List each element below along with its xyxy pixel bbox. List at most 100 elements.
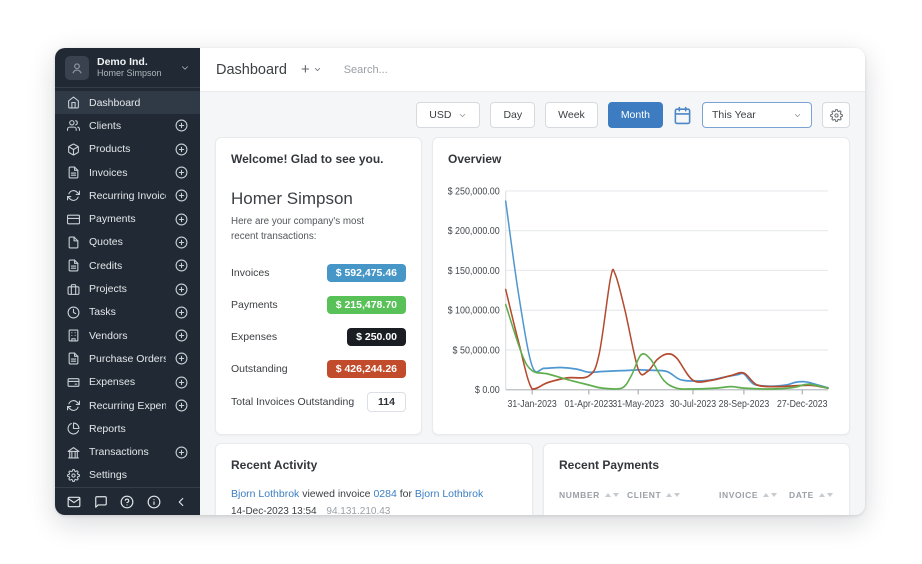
sidebar-item-quotes[interactable]: Quotes [55, 231, 200, 254]
total-outstanding-badge[interactable]: 114 [367, 392, 406, 412]
sidebar-item-dashboard[interactable]: Dashboard [55, 91, 200, 114]
stat-value-badge[interactable]: $ 592,475.46 [327, 264, 406, 282]
column-header-client[interactable]: CLIENT [627, 490, 719, 500]
svg-text:31-May-2023: 31-May-2023 [612, 399, 664, 411]
company-switcher[interactable]: Demo Ind. Homer Simpson [55, 48, 200, 88]
sidebar-item-transactions[interactable]: Transactions [55, 440, 200, 463]
sidebar-item-label: Recurring Invoices [89, 190, 166, 202]
help-icon[interactable] [120, 495, 134, 509]
column-header-invoice[interactable]: INVOICE [719, 490, 789, 500]
range-button-day[interactable]: Day [490, 102, 535, 128]
activity-entry: Bjorn Lothbrok viewed invoice 0284 for B… [231, 487, 517, 515]
dashboard-settings-button[interactable] [822, 102, 850, 128]
sidebar-item-expenses[interactable]: Expenses [55, 371, 200, 394]
file-icon [67, 236, 80, 249]
sort-icons [819, 493, 833, 497]
plus-circle-icon[interactable] [175, 329, 188, 342]
page-title: Dashboard [216, 62, 287, 78]
sidebar-item-reports[interactable]: Reports [55, 417, 200, 440]
activity-preposition: for [400, 488, 412, 500]
sidebar-item-projects[interactable]: Projects [55, 277, 200, 300]
sidebar-item-invoices[interactable]: Invoices [55, 161, 200, 184]
svg-text:$ 50,000.00: $ 50,000.00 [453, 345, 501, 357]
stat-row-expenses: Expenses $ 250.00 [231, 321, 406, 353]
chevron-left-icon[interactable] [174, 495, 188, 509]
range-button-month[interactable]: Month [608, 102, 663, 128]
sidebar-item-label: Credits [89, 260, 122, 272]
message-icon[interactable] [94, 495, 108, 509]
app-window: Demo Ind. Homer Simpson DashboardClients… [55, 48, 865, 515]
activity-actor-link[interactable]: Bjorn Lothbrok [231, 488, 299, 500]
plus-circle-icon[interactable] [175, 189, 188, 202]
svg-text:$ 200,000.00: $ 200,000.00 [448, 226, 500, 238]
plus-circle-icon[interactable] [175, 352, 188, 365]
cards-row-bottom: Recent Activity Bjorn Lothbrok viewed in… [215, 443, 850, 515]
period-select[interactable]: This Year [702, 102, 812, 128]
activity-timestamp: 14-Dec-2023 13:54 [231, 506, 317, 515]
mail-icon[interactable] [67, 495, 81, 509]
sidebar-item-recurring-invoices[interactable]: Recurring Invoices [55, 184, 200, 207]
package-icon [67, 143, 80, 156]
sidebar-item-clients[interactable]: Clients [55, 114, 200, 137]
sidebar-item-settings[interactable]: Settings [55, 464, 200, 487]
calendar-icon[interactable] [673, 106, 692, 125]
plus-circle-icon[interactable] [175, 399, 188, 412]
plus-circle-icon[interactable] [175, 119, 188, 132]
sidebar-item-payments[interactable]: Payments [55, 207, 200, 230]
currency-select[interactable]: USD [416, 102, 480, 128]
column-label: CLIENT [627, 490, 661, 500]
svg-text:30-Jul-2023: 30-Jul-2023 [670, 399, 716, 411]
plus-icon: + [301, 62, 310, 77]
sidebar-footer [55, 487, 200, 515]
sidebar-item-products[interactable]: Products [55, 138, 200, 161]
plus-circle-icon[interactable] [175, 306, 188, 319]
sidebar-item-label: Vendors [89, 330, 128, 342]
activity-invoice-link[interactable]: 0284 [373, 488, 396, 500]
plus-circle-icon[interactable] [175, 143, 188, 156]
sidebar-item-label: Products [89, 143, 130, 155]
plus-circle-icon[interactable] [175, 446, 188, 459]
file-text-icon [67, 166, 80, 179]
activity-client-link[interactable]: Bjorn Lothbrok [415, 488, 483, 500]
search-input[interactable] [344, 64, 564, 76]
sidebar-item-recurring-expenses[interactable]: Recurring Expenses [55, 394, 200, 417]
sidebar-item-tasks[interactable]: Tasks [55, 301, 200, 324]
plus-circle-icon[interactable] [175, 376, 188, 389]
sidebar-item-purchase-orders[interactable]: Purchase Orders [55, 347, 200, 370]
svg-text:$ 0.00: $ 0.00 [475, 385, 500, 397]
content: USD DayWeekMonth This Year Welcome! Glad… [200, 92, 865, 515]
column-header-number[interactable]: NUMBER [559, 490, 627, 500]
building-icon [67, 329, 80, 342]
plus-circle-icon[interactable] [175, 259, 188, 272]
activity-meta: 14-Dec-2023 13:54 94.131.210.43 [231, 504, 517, 515]
clock-icon [67, 306, 80, 319]
svg-text:31-Jan-2023: 31-Jan-2023 [508, 399, 557, 411]
sort-icons [666, 493, 680, 497]
stat-row-payments: Payments$ 215,478.70 [231, 289, 406, 321]
stat-value-badge[interactable]: $ 215,478.70 [327, 296, 406, 314]
plus-circle-icon[interactable] [175, 283, 188, 296]
welcome-user-name: Homer Simpson [231, 189, 406, 209]
add-record-button[interactable]: + [301, 62, 322, 77]
sidebar-item-label: Invoices [89, 167, 128, 179]
stat-value-badge[interactable]: $ 250.00 [347, 328, 406, 346]
sidebar-item-credits[interactable]: Credits [55, 254, 200, 277]
total-outstanding-label: Total Invoices Outstanding [231, 396, 354, 408]
wallet-icon [67, 376, 80, 389]
sidebar-item-vendors[interactable]: Vendors [55, 324, 200, 347]
stat-value-badge[interactable]: $ 426,244.26 [327, 360, 406, 378]
sidebar-item-label: Reports [89, 423, 126, 435]
stat-label: Expenses [231, 331, 277, 343]
overview-chart: $ 0.00$ 50,000.00$ 100,000.00$ 150,000.0… [448, 170, 834, 420]
chevron-down-icon [793, 111, 802, 120]
plus-circle-icon[interactable] [175, 213, 188, 226]
file-text-icon [67, 259, 80, 272]
main-area: Dashboard + USD Day Week Month This Year [200, 48, 865, 515]
column-header-date[interactable]: DATE [789, 490, 834, 500]
info-icon[interactable] [147, 495, 161, 509]
company-avatar [65, 56, 89, 80]
plus-circle-icon[interactable] [175, 236, 188, 249]
company-name: Demo Ind. [97, 56, 162, 69]
range-button-week[interactable]: Week [545, 102, 598, 128]
plus-circle-icon[interactable] [175, 166, 188, 179]
